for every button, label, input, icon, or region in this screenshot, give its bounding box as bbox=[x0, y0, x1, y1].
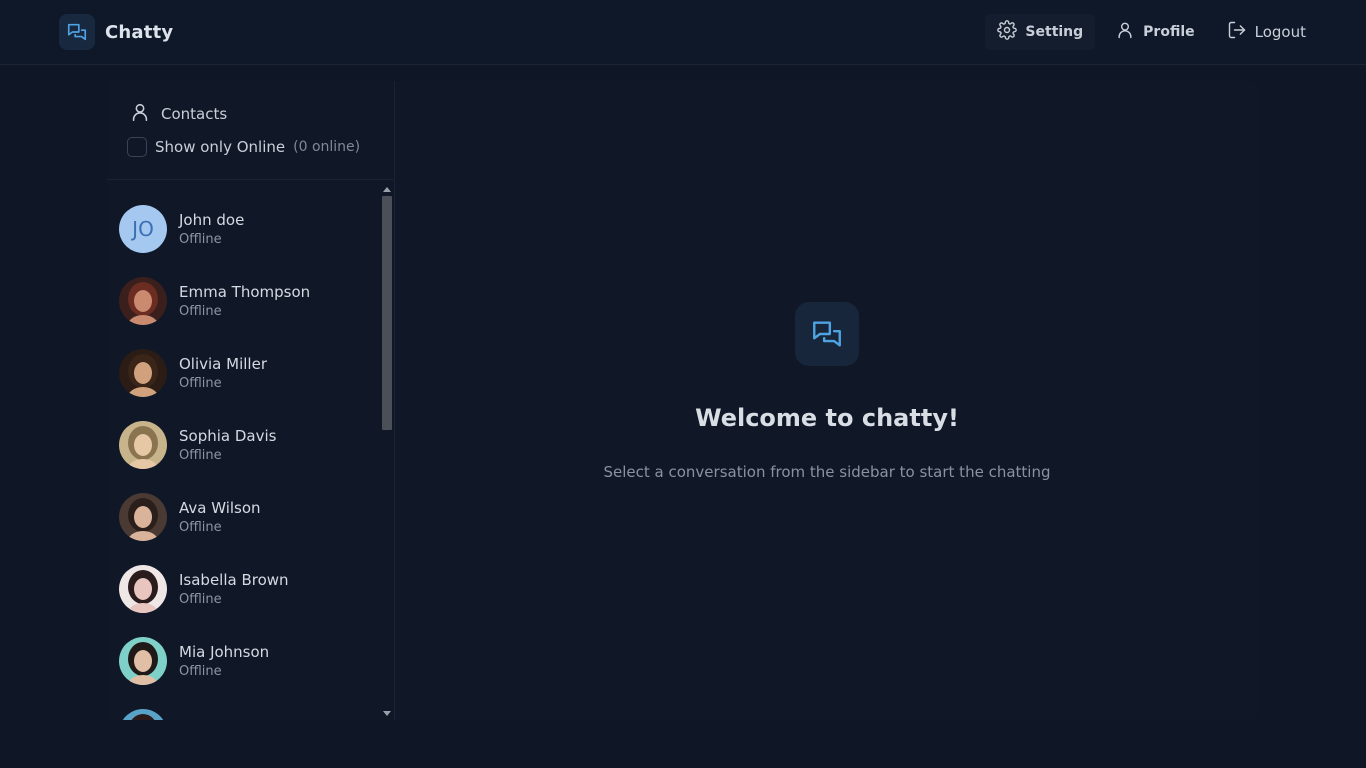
online-filter-label: Show only Online bbox=[155, 138, 286, 156]
avatar bbox=[119, 709, 167, 720]
contact-info: Olivia Miller Offline bbox=[179, 355, 267, 391]
chat-bubbles-icon bbox=[59, 14, 95, 50]
contact-info: Mia Johnson Offline bbox=[179, 643, 269, 679]
avatar-initials: JO bbox=[119, 205, 167, 253]
online-count: (0 online) bbox=[293, 139, 361, 155]
contact-list-scrollbar[interactable] bbox=[381, 181, 394, 720]
contact-status: Offline bbox=[179, 520, 222, 535]
contact-status: Offline bbox=[179, 592, 222, 607]
brand[interactable]: Chatty bbox=[59, 14, 173, 50]
logout-button[interactable]: Logout bbox=[1215, 14, 1318, 50]
chat-bubbles-icon bbox=[795, 302, 859, 366]
contact-info: Emma Thompson Offline bbox=[179, 283, 310, 319]
contact-status: Offline bbox=[179, 304, 222, 319]
contact-item[interactable]: Emma Thompson Offline bbox=[107, 265, 377, 337]
contact-item[interactable]: Sophia Davis Offline bbox=[107, 409, 377, 481]
contact-name: John doe bbox=[179, 211, 245, 229]
contact-name: Olivia Miller bbox=[179, 355, 267, 373]
contact-list: JO John doe Offline Emma Thompson Offline Oli… bbox=[107, 181, 394, 720]
logout-label: Logout bbox=[1254, 23, 1306, 41]
contact-item[interactable]: Olivia Miller Offline bbox=[107, 337, 377, 409]
scroll-up-arrow[interactable] bbox=[383, 187, 391, 192]
contacts-heading: Contacts bbox=[129, 101, 227, 127]
contact-name: Sophia Davis bbox=[179, 427, 277, 445]
contact-info: John doe Offline bbox=[179, 211, 244, 247]
avatar bbox=[119, 421, 167, 469]
setting-label: Setting bbox=[1025, 24, 1084, 40]
avatar bbox=[119, 493, 167, 541]
online-only-checkbox[interactable] bbox=[127, 137, 147, 157]
welcome-subtitle: Select a conversation from the sidebar t… bbox=[603, 463, 1051, 481]
scroll-thumb[interactable] bbox=[382, 196, 392, 430]
contact-info: Ava Wilson Offline bbox=[179, 499, 261, 535]
gear-icon bbox=[997, 20, 1018, 44]
scroll-down-arrow[interactable] bbox=[383, 711, 391, 716]
nav-actions: Setting Profile Logout bbox=[985, 14, 1318, 50]
contact-status: Offline bbox=[179, 232, 222, 247]
avatar bbox=[119, 277, 167, 325]
contact-item[interactable]: Ava Wilson Offline bbox=[107, 481, 377, 553]
contact-name: Isabella Brown bbox=[179, 571, 289, 589]
chat-panel: Contacts Show only Online (0 online) JO J… bbox=[107, 81, 1259, 720]
app-name: Chatty bbox=[105, 21, 174, 43]
contact-status: Offline bbox=[179, 376, 222, 391]
avatar bbox=[119, 637, 167, 685]
online-filter[interactable]: Show only Online (0 online) bbox=[127, 137, 360, 157]
avatar bbox=[119, 565, 167, 613]
welcome-title: Welcome to chatty! bbox=[695, 404, 959, 432]
sidebar-header: Contacts Show only Online (0 online) bbox=[107, 81, 394, 180]
profile-button[interactable]: Profile bbox=[1103, 14, 1206, 50]
user-icon bbox=[129, 101, 151, 127]
contacts-sidebar: Contacts Show only Online (0 online) JO J… bbox=[107, 81, 395, 720]
contact-info: Sophia Davis Offline bbox=[179, 427, 276, 463]
contact-status: Offline bbox=[179, 664, 222, 679]
contact-item[interactable]: Mia Johnson Offline bbox=[107, 625, 377, 697]
contact-item[interactable]: Charlotte Willi bbox=[107, 697, 377, 720]
setting-button[interactable]: Setting bbox=[985, 14, 1096, 50]
user-icon bbox=[1115, 20, 1135, 44]
avatar bbox=[119, 349, 167, 397]
logout-icon bbox=[1227, 20, 1247, 44]
contact-name: Mia Johnson bbox=[179, 643, 270, 661]
contact-status: Offline bbox=[179, 448, 222, 463]
contact-item[interactable]: JO John doe Offline bbox=[107, 193, 377, 265]
contact-name: Ava Wilson bbox=[179, 499, 261, 517]
contact-info: Isabella Brown Offline bbox=[179, 571, 289, 607]
top-navbar: Chatty Setting Profile Logout bbox=[0, 0, 1366, 65]
profile-label: Profile bbox=[1143, 24, 1195, 40]
contacts-title: Contacts bbox=[161, 105, 228, 123]
welcome-area: Welcome to chatty! Select a conversation… bbox=[395, 81, 1259, 720]
contact-name: Emma Thompson bbox=[179, 283, 311, 301]
contact-item[interactable]: Isabella Brown Offline bbox=[107, 553, 377, 625]
